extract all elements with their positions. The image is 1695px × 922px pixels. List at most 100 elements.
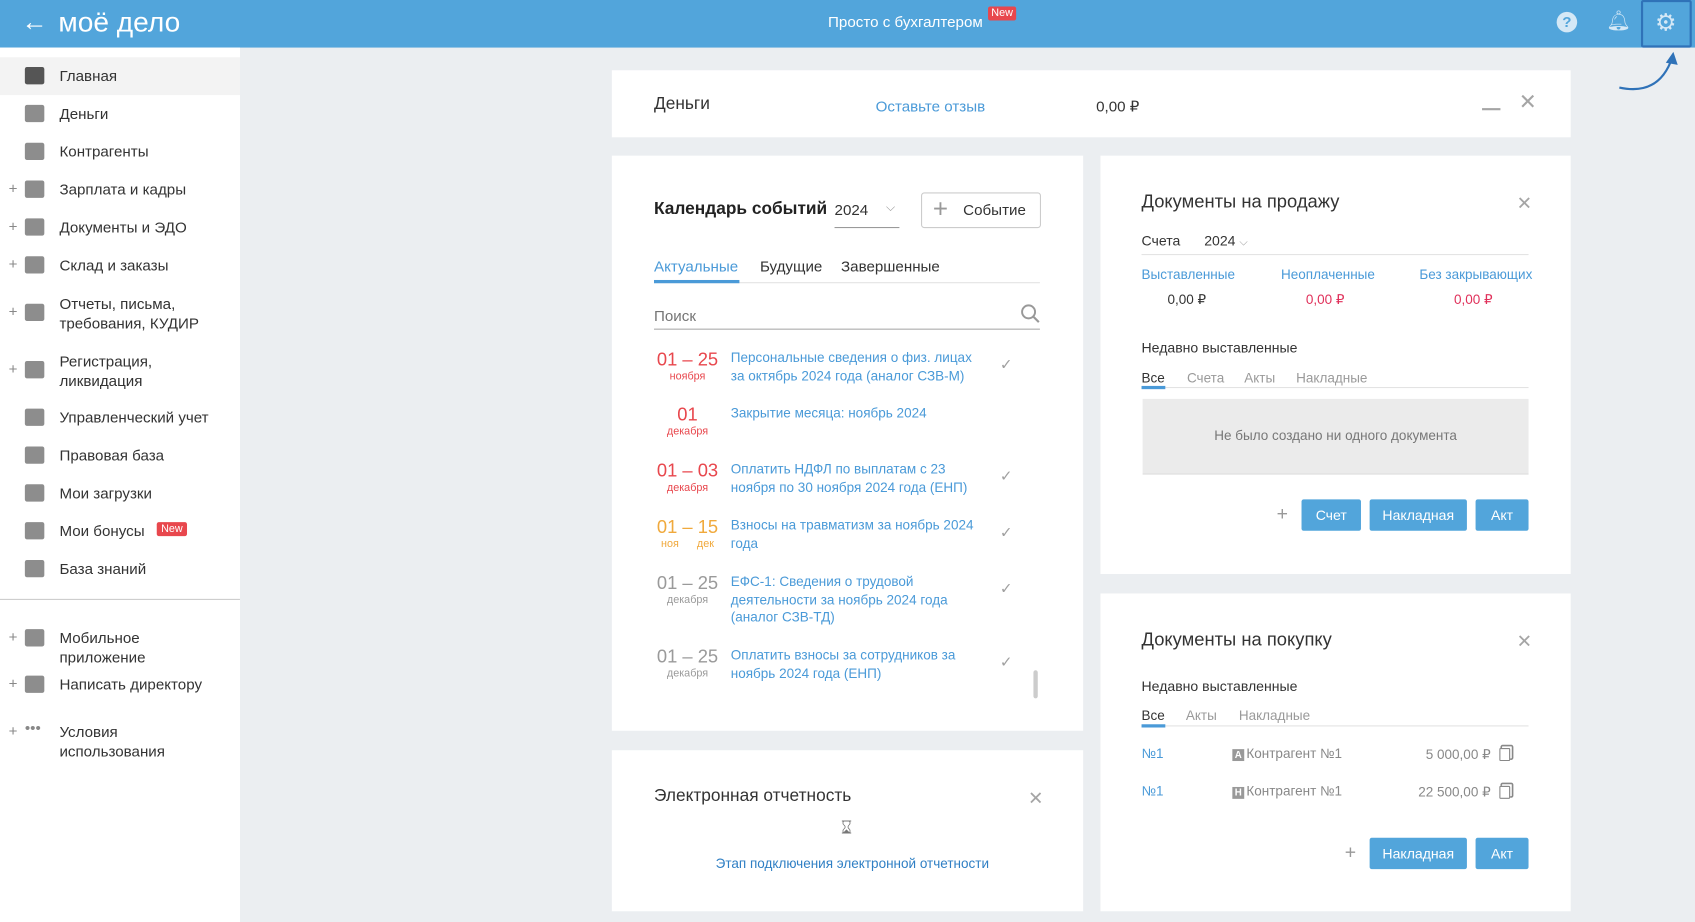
check-icon[interactable]: ✓ [1000, 579, 1013, 597]
counterparty-name: Контрагент №1 [1246, 745, 1343, 762]
tab-completed[interactable]: Завершенные [841, 257, 940, 274]
event-link[interactable]: ЕФС-1: Сведения о трудовой деятельности … [731, 573, 980, 627]
bell-icon[interactable]: 🔔︎ [1606, 10, 1631, 33]
minimize-icon[interactable] [1482, 108, 1501, 111]
close-icon[interactable]: ✕ [1028, 789, 1043, 807]
plus-icon[interactable]: + [1277, 503, 1288, 526]
create-waybill-button[interactable]: Накладная [1369, 837, 1467, 870]
sidebar-item-label: База знаний [59, 559, 147, 578]
event-link[interactable]: Оплатить НДФЛ по выплатам с 23 ноября по… [731, 461, 980, 497]
purchase-tabs-divider [1141, 725, 1529, 727]
expand-icon[interactable]: + [9, 628, 18, 645]
more-icon: ••• [24, 718, 41, 737]
stat-issued-label[interactable]: Выставленные [1142, 267, 1235, 282]
expand-icon[interactable]: + [9, 255, 18, 272]
home-icon [24, 67, 45, 85]
plus-icon[interactable]: + [1345, 841, 1356, 864]
event-link[interactable]: Взносы на травматизм за ноябрь 2024 года [731, 517, 980, 553]
sales-tab-all[interactable]: Все [1142, 371, 1165, 386]
accountant-link[interactable]: Просто с бухгалтером [828, 13, 983, 30]
event-link[interactable]: Персональные сведения о физ. лицах за ок… [731, 349, 980, 385]
ereport-title: Электронная отчетность [654, 786, 852, 806]
scrollbar[interactable] [1033, 670, 1038, 699]
copy-icon[interactable] [1499, 748, 1511, 762]
stat-unpaid-label[interactable]: Неоплаченные [1281, 267, 1375, 282]
tab-current[interactable]: Актуальные [654, 257, 738, 274]
purchase-tab-all[interactable]: Все [1142, 708, 1165, 723]
sales-year-value: 2024 [1204, 232, 1236, 249]
search-icon[interactable] [1020, 304, 1040, 323]
stat-no-closing-label[interactable]: Без закрывающих [1419, 267, 1532, 282]
sales-tab-waybills[interactable]: Накладные [1296, 371, 1367, 386]
sidebar-item-label: Правовая база [59, 446, 165, 464]
gift-icon [24, 522, 45, 540]
person-icon [24, 142, 45, 160]
create-invoice-button[interactable]: Счет [1301, 499, 1361, 531]
tab-future[interactable]: Будущие [760, 257, 822, 274]
sidebar-item-label: Отчеты, письма, требования, КУДИР [59, 295, 199, 332]
copy-icon[interactable] [1499, 785, 1511, 799]
add-event-label: Событие [963, 201, 1026, 219]
plus-icon: + [932, 194, 949, 224]
ereport-link[interactable]: Этап подключения электронной отчетности [716, 856, 989, 871]
close-icon[interactable]: ✕ [1517, 632, 1532, 650]
close-icon[interactable]: ✕ [1519, 92, 1537, 114]
calendar-card [611, 155, 1084, 731]
expand-icon[interactable]: + [9, 179, 18, 196]
purchase-title: Документы на покупку [1141, 629, 1332, 650]
back-arrow-icon[interactable]: ← [22, 8, 48, 38]
document-amount: 22 500,00 ₽ [1418, 784, 1491, 800]
event-link[interactable]: Закрытие месяца: ноябрь 2024 [731, 404, 980, 422]
wallet-icon [24, 180, 45, 198]
purchase-tab-waybills[interactable]: Накладные [1239, 708, 1310, 723]
event-date: 01 [677, 404, 698, 425]
sidebar-item-label: Регистрация, ликвидация [59, 352, 153, 390]
money-card [611, 70, 1571, 138]
sales-divider [1141, 254, 1529, 256]
check-icon[interactable]: ✓ [1000, 653, 1013, 671]
expand-icon[interactable]: + [9, 303, 18, 320]
expand-icon[interactable]: + [9, 217, 18, 234]
event-date: 01 – 25 [656, 349, 719, 370]
sales-tab-acts[interactable]: Акты [1244, 371, 1275, 386]
sidebar-item-label: Мои загрузки [59, 484, 153, 502]
expand-icon[interactable]: + [9, 675, 18, 692]
cart-icon [24, 256, 45, 274]
check-icon[interactable]: ✓ [1000, 356, 1013, 374]
active-tab-underline [1141, 385, 1166, 390]
close-icon[interactable]: ✕ [1517, 195, 1532, 213]
stat-unpaid-value: 0,00 ₽ [1305, 291, 1345, 308]
money-icon [24, 104, 45, 123]
empty-state: Не было создано ни одного документа [1142, 398, 1529, 475]
sales-year-select[interactable]: 2024 ⌵ [1204, 232, 1247, 248]
year-select[interactable]: 2024 ⌵ [834, 201, 900, 229]
help-icon[interactable]: ? [1556, 11, 1578, 33]
create-waybill-button[interactable]: Накладная [1369, 499, 1467, 531]
registration-icon [24, 361, 45, 379]
expand-icon[interactable]: + [9, 360, 18, 377]
sidebar-item-label: Главная [59, 67, 118, 85]
check-icon[interactable]: ✓ [1000, 467, 1013, 485]
stat-issued-value: 0,00 ₽ [1167, 291, 1207, 308]
logo[interactable]: моё дело [58, 5, 180, 39]
feedback-link[interactable]: Оставьте отзыв [876, 97, 986, 114]
gear-icon: ⚙ [1655, 8, 1677, 36]
sales-tab-invoices[interactable]: Счета [1187, 371, 1224, 386]
chevron-down-icon: ⌵ [886, 201, 896, 215]
check-icon[interactable]: ✓ [1000, 523, 1013, 541]
document-type-badge: Н [1232, 786, 1245, 799]
folder-icon [24, 484, 45, 502]
sidebar-item-label: Мои бонусы [59, 522, 145, 540]
expand-icon[interactable]: + [9, 722, 18, 739]
new-badge: New [988, 6, 1017, 21]
briefcase-icon [24, 446, 45, 464]
search-input[interactable] [654, 302, 1040, 330]
folder-icon [24, 218, 45, 236]
create-act-button[interactable]: Акт [1475, 499, 1529, 531]
create-act-button[interactable]: Акт [1475, 837, 1529, 870]
event-link[interactable]: Оплатить взносы за сотрудников за ноябрь… [731, 646, 980, 682]
document-number-link[interactable]: №1 [1142, 746, 1164, 761]
add-event-button[interactable]: + Событие [921, 192, 1042, 229]
document-number-link[interactable]: №1 [1142, 784, 1164, 799]
purchase-tab-acts[interactable]: Акты [1186, 708, 1217, 723]
